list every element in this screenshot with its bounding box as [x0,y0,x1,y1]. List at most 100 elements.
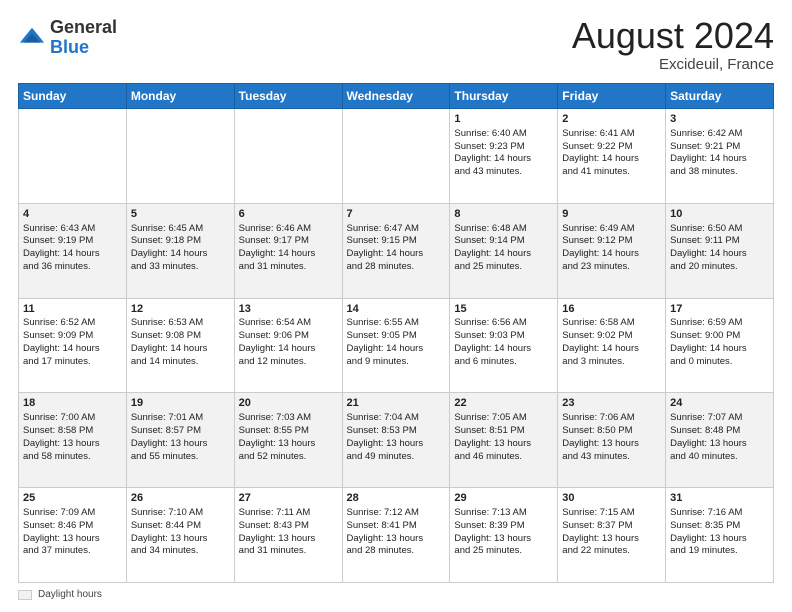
day-info: Sunrise: 7:16 AMSunset: 8:35 PMDaylight:… [670,507,769,558]
table-row: 13Sunrise: 6:54 AMSunset: 9:06 PMDayligh… [234,298,342,393]
col-tuesday: Tuesday [234,84,342,109]
day-number: 13 [239,302,338,317]
day-number: 1 [454,112,553,127]
day-number: 8 [454,207,553,222]
day-info: Sunrise: 7:09 AMSunset: 8:46 PMDaylight:… [23,507,122,558]
logo: General Blue [18,18,117,58]
page: General Blue August 2024 Excideuil, Fran… [0,0,792,612]
table-row: 27Sunrise: 7:11 AMSunset: 8:43 PMDayligh… [234,488,342,583]
day-number: 14 [347,302,446,317]
day-number: 4 [23,207,122,222]
day-info: Sunrise: 6:49 AMSunset: 9:12 PMDaylight:… [562,223,661,274]
day-info: Sunrise: 7:03 AMSunset: 8:55 PMDaylight:… [239,412,338,463]
day-number: 19 [131,396,230,411]
table-row: 9Sunrise: 6:49 AMSunset: 9:12 PMDaylight… [558,203,666,298]
calendar-header-row: Sunday Monday Tuesday Wednesday Thursday… [19,84,774,109]
day-info: Sunrise: 7:07 AMSunset: 8:48 PMDaylight:… [670,412,769,463]
table-row: 30Sunrise: 7:15 AMSunset: 8:37 PMDayligh… [558,488,666,583]
day-info: Sunrise: 7:13 AMSunset: 8:39 PMDaylight:… [454,507,553,558]
table-row: 6Sunrise: 6:46 AMSunset: 9:17 PMDaylight… [234,203,342,298]
title-block: August 2024 Excideuil, France [572,18,774,73]
header: General Blue August 2024 Excideuil, Fran… [18,18,774,73]
day-number: 17 [670,302,769,317]
table-row: 28Sunrise: 7:12 AMSunset: 8:41 PMDayligh… [342,488,450,583]
day-number: 25 [23,491,122,506]
day-info: Sunrise: 6:55 AMSunset: 9:05 PMDaylight:… [347,317,446,368]
col-sunday: Sunday [19,84,127,109]
table-row: 26Sunrise: 7:10 AMSunset: 8:44 PMDayligh… [126,488,234,583]
table-row [19,109,127,204]
table-row [234,109,342,204]
day-info: Sunrise: 7:15 AMSunset: 8:37 PMDaylight:… [562,507,661,558]
col-thursday: Thursday [450,84,558,109]
day-number: 30 [562,491,661,506]
day-info: Sunrise: 6:45 AMSunset: 9:18 PMDaylight:… [131,223,230,274]
footer: Daylight hours [18,589,774,600]
day-number: 21 [347,396,446,411]
day-number: 22 [454,396,553,411]
day-number: 6 [239,207,338,222]
table-row: 7Sunrise: 6:47 AMSunset: 9:15 PMDaylight… [342,203,450,298]
table-row [342,109,450,204]
day-number: 11 [23,302,122,317]
table-row: 20Sunrise: 7:03 AMSunset: 8:55 PMDayligh… [234,393,342,488]
day-number: 3 [670,112,769,127]
day-number: 27 [239,491,338,506]
day-number: 7 [347,207,446,222]
calendar-week-row: 18Sunrise: 7:00 AMSunset: 8:58 PMDayligh… [19,393,774,488]
day-info: Sunrise: 6:50 AMSunset: 9:11 PMDaylight:… [670,223,769,274]
table-row: 12Sunrise: 6:53 AMSunset: 9:08 PMDayligh… [126,298,234,393]
day-info: Sunrise: 7:05 AMSunset: 8:51 PMDaylight:… [454,412,553,463]
col-saturday: Saturday [666,84,774,109]
day-info: Sunrise: 6:48 AMSunset: 9:14 PMDaylight:… [454,223,553,274]
day-info: Sunrise: 6:52 AMSunset: 9:09 PMDaylight:… [23,317,122,368]
table-row: 2Sunrise: 6:41 AMSunset: 9:22 PMDaylight… [558,109,666,204]
day-number: 15 [454,302,553,317]
calendar-table: Sunday Monday Tuesday Wednesday Thursday… [18,83,774,583]
day-number: 16 [562,302,661,317]
table-row: 4Sunrise: 6:43 AMSunset: 9:19 PMDaylight… [19,203,127,298]
day-info: Sunrise: 7:10 AMSunset: 8:44 PMDaylight:… [131,507,230,558]
day-info: Sunrise: 6:58 AMSunset: 9:02 PMDaylight:… [562,317,661,368]
day-info: Sunrise: 6:53 AMSunset: 9:08 PMDaylight:… [131,317,230,368]
day-info: Sunrise: 7:04 AMSunset: 8:53 PMDaylight:… [347,412,446,463]
day-info: Sunrise: 7:11 AMSunset: 8:43 PMDaylight:… [239,507,338,558]
location: Excideuil, France [572,56,774,73]
day-number: 23 [562,396,661,411]
day-info: Sunrise: 6:40 AMSunset: 9:23 PMDaylight:… [454,128,553,179]
day-number: 2 [562,112,661,127]
daylight-label: Daylight hours [38,589,102,600]
table-row: 31Sunrise: 7:16 AMSunset: 8:35 PMDayligh… [666,488,774,583]
day-number: 20 [239,396,338,411]
calendar-week-row: 11Sunrise: 6:52 AMSunset: 9:09 PMDayligh… [19,298,774,393]
day-number: 31 [670,491,769,506]
day-info: Sunrise: 6:41 AMSunset: 9:22 PMDaylight:… [562,128,661,179]
month-title: August 2024 [572,18,774,54]
table-row: 17Sunrise: 6:59 AMSunset: 9:00 PMDayligh… [666,298,774,393]
calendar-week-row: 4Sunrise: 6:43 AMSunset: 9:19 PMDaylight… [19,203,774,298]
daylight-box [18,590,32,600]
table-row [126,109,234,204]
day-info: Sunrise: 6:46 AMSunset: 9:17 PMDaylight:… [239,223,338,274]
calendar-week-row: 1Sunrise: 6:40 AMSunset: 9:23 PMDaylight… [19,109,774,204]
day-number: 12 [131,302,230,317]
col-wednesday: Wednesday [342,84,450,109]
day-number: 10 [670,207,769,222]
day-info: Sunrise: 7:12 AMSunset: 8:41 PMDaylight:… [347,507,446,558]
day-info: Sunrise: 6:47 AMSunset: 9:15 PMDaylight:… [347,223,446,274]
table-row: 25Sunrise: 7:09 AMSunset: 8:46 PMDayligh… [19,488,127,583]
day-number: 24 [670,396,769,411]
logo-general-text: General [50,17,117,37]
col-friday: Friday [558,84,666,109]
table-row: 14Sunrise: 6:55 AMSunset: 9:05 PMDayligh… [342,298,450,393]
day-info: Sunrise: 6:43 AMSunset: 9:19 PMDaylight:… [23,223,122,274]
table-row: 1Sunrise: 6:40 AMSunset: 9:23 PMDaylight… [450,109,558,204]
day-number: 5 [131,207,230,222]
day-number: 29 [454,491,553,506]
day-info: Sunrise: 7:00 AMSunset: 8:58 PMDaylight:… [23,412,122,463]
logo-blue-text: Blue [50,37,89,57]
table-row: 16Sunrise: 6:58 AMSunset: 9:02 PMDayligh… [558,298,666,393]
table-row: 8Sunrise: 6:48 AMSunset: 9:14 PMDaylight… [450,203,558,298]
day-number: 18 [23,396,122,411]
day-info: Sunrise: 6:42 AMSunset: 9:21 PMDaylight:… [670,128,769,179]
